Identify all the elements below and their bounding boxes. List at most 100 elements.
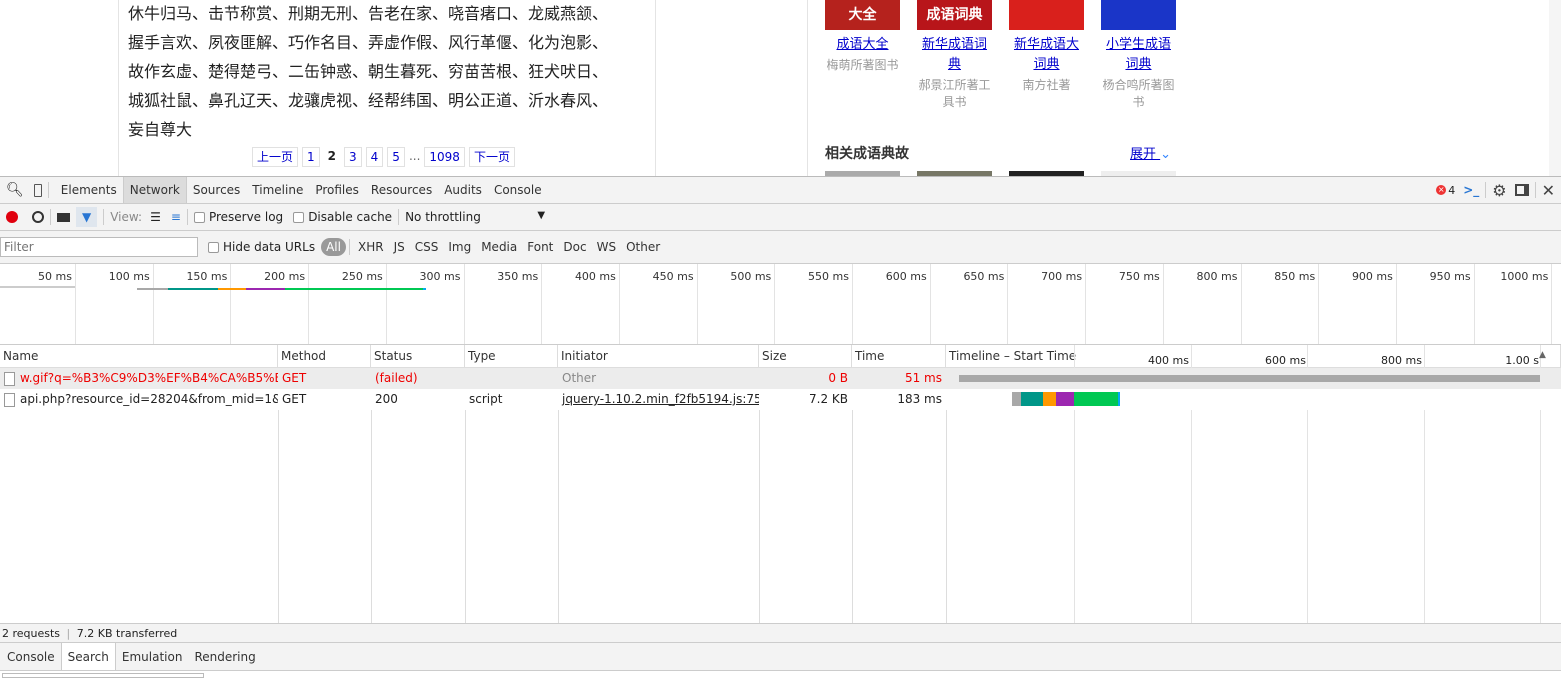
network-overview[interactable]: 50 ms 100 ms 150 ms 200 ms 250 ms 300 ms 350 m… [0, 264, 1561, 345]
type-filter-xhr[interactable]: XHR [353, 240, 389, 254]
book-card[interactable]: 新华成语大词典 南方社著 [1009, 0, 1084, 94]
type-filter-css[interactable]: CSS [410, 240, 444, 254]
overview-bar-connect [168, 288, 218, 290]
overview-gridline [696, 264, 698, 344]
type-filter-other[interactable]: Other [621, 240, 665, 254]
cell-type: script [469, 392, 503, 406]
type-filter-doc[interactable]: Doc [558, 240, 591, 254]
large-rows-icon[interactable]: ☰ [150, 210, 161, 224]
close-icon[interactable]: ✕ [1542, 181, 1555, 200]
book-title-link[interactable]: 小学生成语词典 [1101, 35, 1176, 75]
drawer-tab-console[interactable]: Console [1, 643, 61, 670]
type-filter-font[interactable]: Font [522, 240, 558, 254]
book-title-link[interactable]: 成语大全 [825, 35, 900, 55]
tab-console[interactable]: Console [488, 177, 548, 203]
book-cover[interactable] [1009, 0, 1084, 30]
column-header-name[interactable]: Name [0, 345, 278, 367]
type-filter-all[interactable]: All [321, 238, 346, 256]
tab-timeline[interactable]: Timeline [246, 177, 309, 203]
book-card[interactable]: 成语词典 新华成语词典 郝景江所著工具书 [917, 0, 992, 111]
overview-tick-label: 900 ms [1351, 270, 1393, 283]
column-header-status[interactable]: Status [371, 345, 465, 367]
prev-page-link[interactable]: 上一页 [252, 147, 299, 167]
column-divider [807, 0, 808, 176]
hide-data-urls-checkbox[interactable]: Hide data URLs [208, 240, 315, 254]
filter-input[interactable] [0, 237, 198, 257]
column-header-time[interactable]: Time [852, 345, 946, 367]
book-title-link[interactable]: 新华成语词典 [917, 35, 992, 75]
tab-elements[interactable]: Elements [55, 177, 123, 203]
column-header-size[interactable]: Size [759, 345, 852, 367]
tab-audits[interactable]: Audits [438, 177, 488, 203]
cell-name[interactable]: api.php?resource_id=28204&from_mid=1&&f.… [0, 389, 278, 410]
overview-bar-blocking [137, 288, 169, 290]
overview-tick-label: 500 ms [730, 270, 772, 283]
overview-gridline [929, 264, 931, 344]
overview-gridline [1473, 264, 1475, 344]
type-filter-img[interactable]: Img [443, 240, 476, 254]
book-card[interactable]: 大全 成语大全 梅萌所著图书 [825, 0, 900, 74]
error-count[interactable]: 4 [1448, 184, 1455, 197]
next-page-link[interactable]: 下一页 [468, 147, 515, 167]
page-link-1[interactable]: 1 [302, 147, 320, 167]
book-cover[interactable]: 成语词典 [917, 0, 992, 30]
preserve-log-label: Preserve log [208, 210, 284, 224]
cell-name[interactable]: w.gif?q=%B3%C9%D3%EF%B4%CA%B5%E4%... [0, 368, 278, 389]
overview-gridline [1240, 264, 1242, 344]
overview-gridline [1395, 264, 1397, 344]
overview-icon[interactable]: ≡ [171, 210, 181, 224]
overview-tick-label: 400 ms [574, 270, 616, 283]
book-cover[interactable] [1101, 0, 1176, 30]
clear-icon[interactable] [32, 211, 44, 223]
device-mode-icon[interactable] [33, 183, 42, 197]
throttling-value: No throttling [405, 210, 481, 224]
tab-profiles[interactable]: Profiles [309, 177, 365, 203]
drawer-tab-rendering[interactable]: Rendering [188, 643, 261, 670]
disable-cache-checkbox[interactable]: Disable cache [293, 210, 392, 224]
idiom-line: 握手言欢、夙夜匪解、巧作名目、弄虚作假、风行革偃、化为泡影、 [128, 33, 609, 52]
timeline-tick-label: 800 ms [1381, 354, 1422, 367]
waterfall-bar-failed [959, 375, 1540, 382]
type-filter-media[interactable]: Media [476, 240, 522, 254]
tab-resources[interactable]: Resources [365, 177, 438, 203]
book-title-link[interactable]: 新华成语大词典 [1009, 35, 1084, 75]
column-header-method[interactable]: Method [278, 345, 371, 367]
error-icon[interactable]: × [1436, 185, 1447, 195]
settings-gear-icon[interactable]: ⚙ [1492, 181, 1506, 200]
column-header-initiator[interactable]: Initiator [558, 345, 759, 367]
waterfall-ttfb [1074, 392, 1118, 406]
type-filter-js[interactable]: JS [389, 240, 410, 254]
throttling-select[interactable]: No throttling ▼ [405, 210, 545, 224]
type-filter-ws[interactable]: WS [592, 240, 621, 254]
preserve-log-checkbox[interactable]: Preserve log [193, 210, 284, 224]
column-header-type[interactable]: Type [465, 345, 558, 367]
drawer-tab-search[interactable]: Search [60, 643, 116, 670]
overview-bar-ttfb [284, 288, 424, 290]
overview-tick-label: 100 ms [108, 270, 150, 283]
record-icon[interactable] [6, 211, 18, 223]
cell-status: (failed) [375, 371, 418, 385]
sort-ascending-icon[interactable]: ▲ [1539, 350, 1546, 360]
tab-network[interactable]: Network [122, 177, 187, 203]
page-link-5[interactable]: 5 [387, 147, 405, 167]
tab-sources[interactable]: Sources [187, 177, 246, 203]
cell-time: 183 ms [897, 392, 942, 406]
book-cover[interactable]: 大全 [825, 0, 900, 30]
capture-screenshots-icon[interactable] [57, 212, 70, 222]
inspect-search-icon[interactable]: 🔍︎ [6, 182, 24, 198]
dock-side-icon[interactable] [1514, 184, 1529, 196]
page-scrollbar[interactable] [1549, 0, 1561, 176]
page-link-4[interactable]: 4 [365, 147, 384, 167]
page-link-3[interactable]: 3 [344, 147, 362, 167]
overview-gridline [463, 264, 465, 344]
drawer-tab-emulation[interactable]: Emulation [116, 643, 189, 670]
cell-initiator[interactable]: jquery-1.10.2.min_f2fb5194.js:75 [558, 389, 759, 410]
page-link-last[interactable]: 1098 [424, 147, 465, 167]
filter-icon[interactable]: ▼ [76, 207, 98, 227]
expand-link[interactable]: 展开 ⌄ [1130, 143, 1171, 162]
disable-cache-label: Disable cache [308, 210, 393, 224]
console-drawer-icon[interactable]: >_ [1463, 183, 1479, 197]
drawer-panel [0, 671, 1561, 678]
overview-bar-send [245, 288, 285, 290]
book-card[interactable]: 小学生成语词典 杨合鸣所著图书 [1101, 0, 1176, 111]
